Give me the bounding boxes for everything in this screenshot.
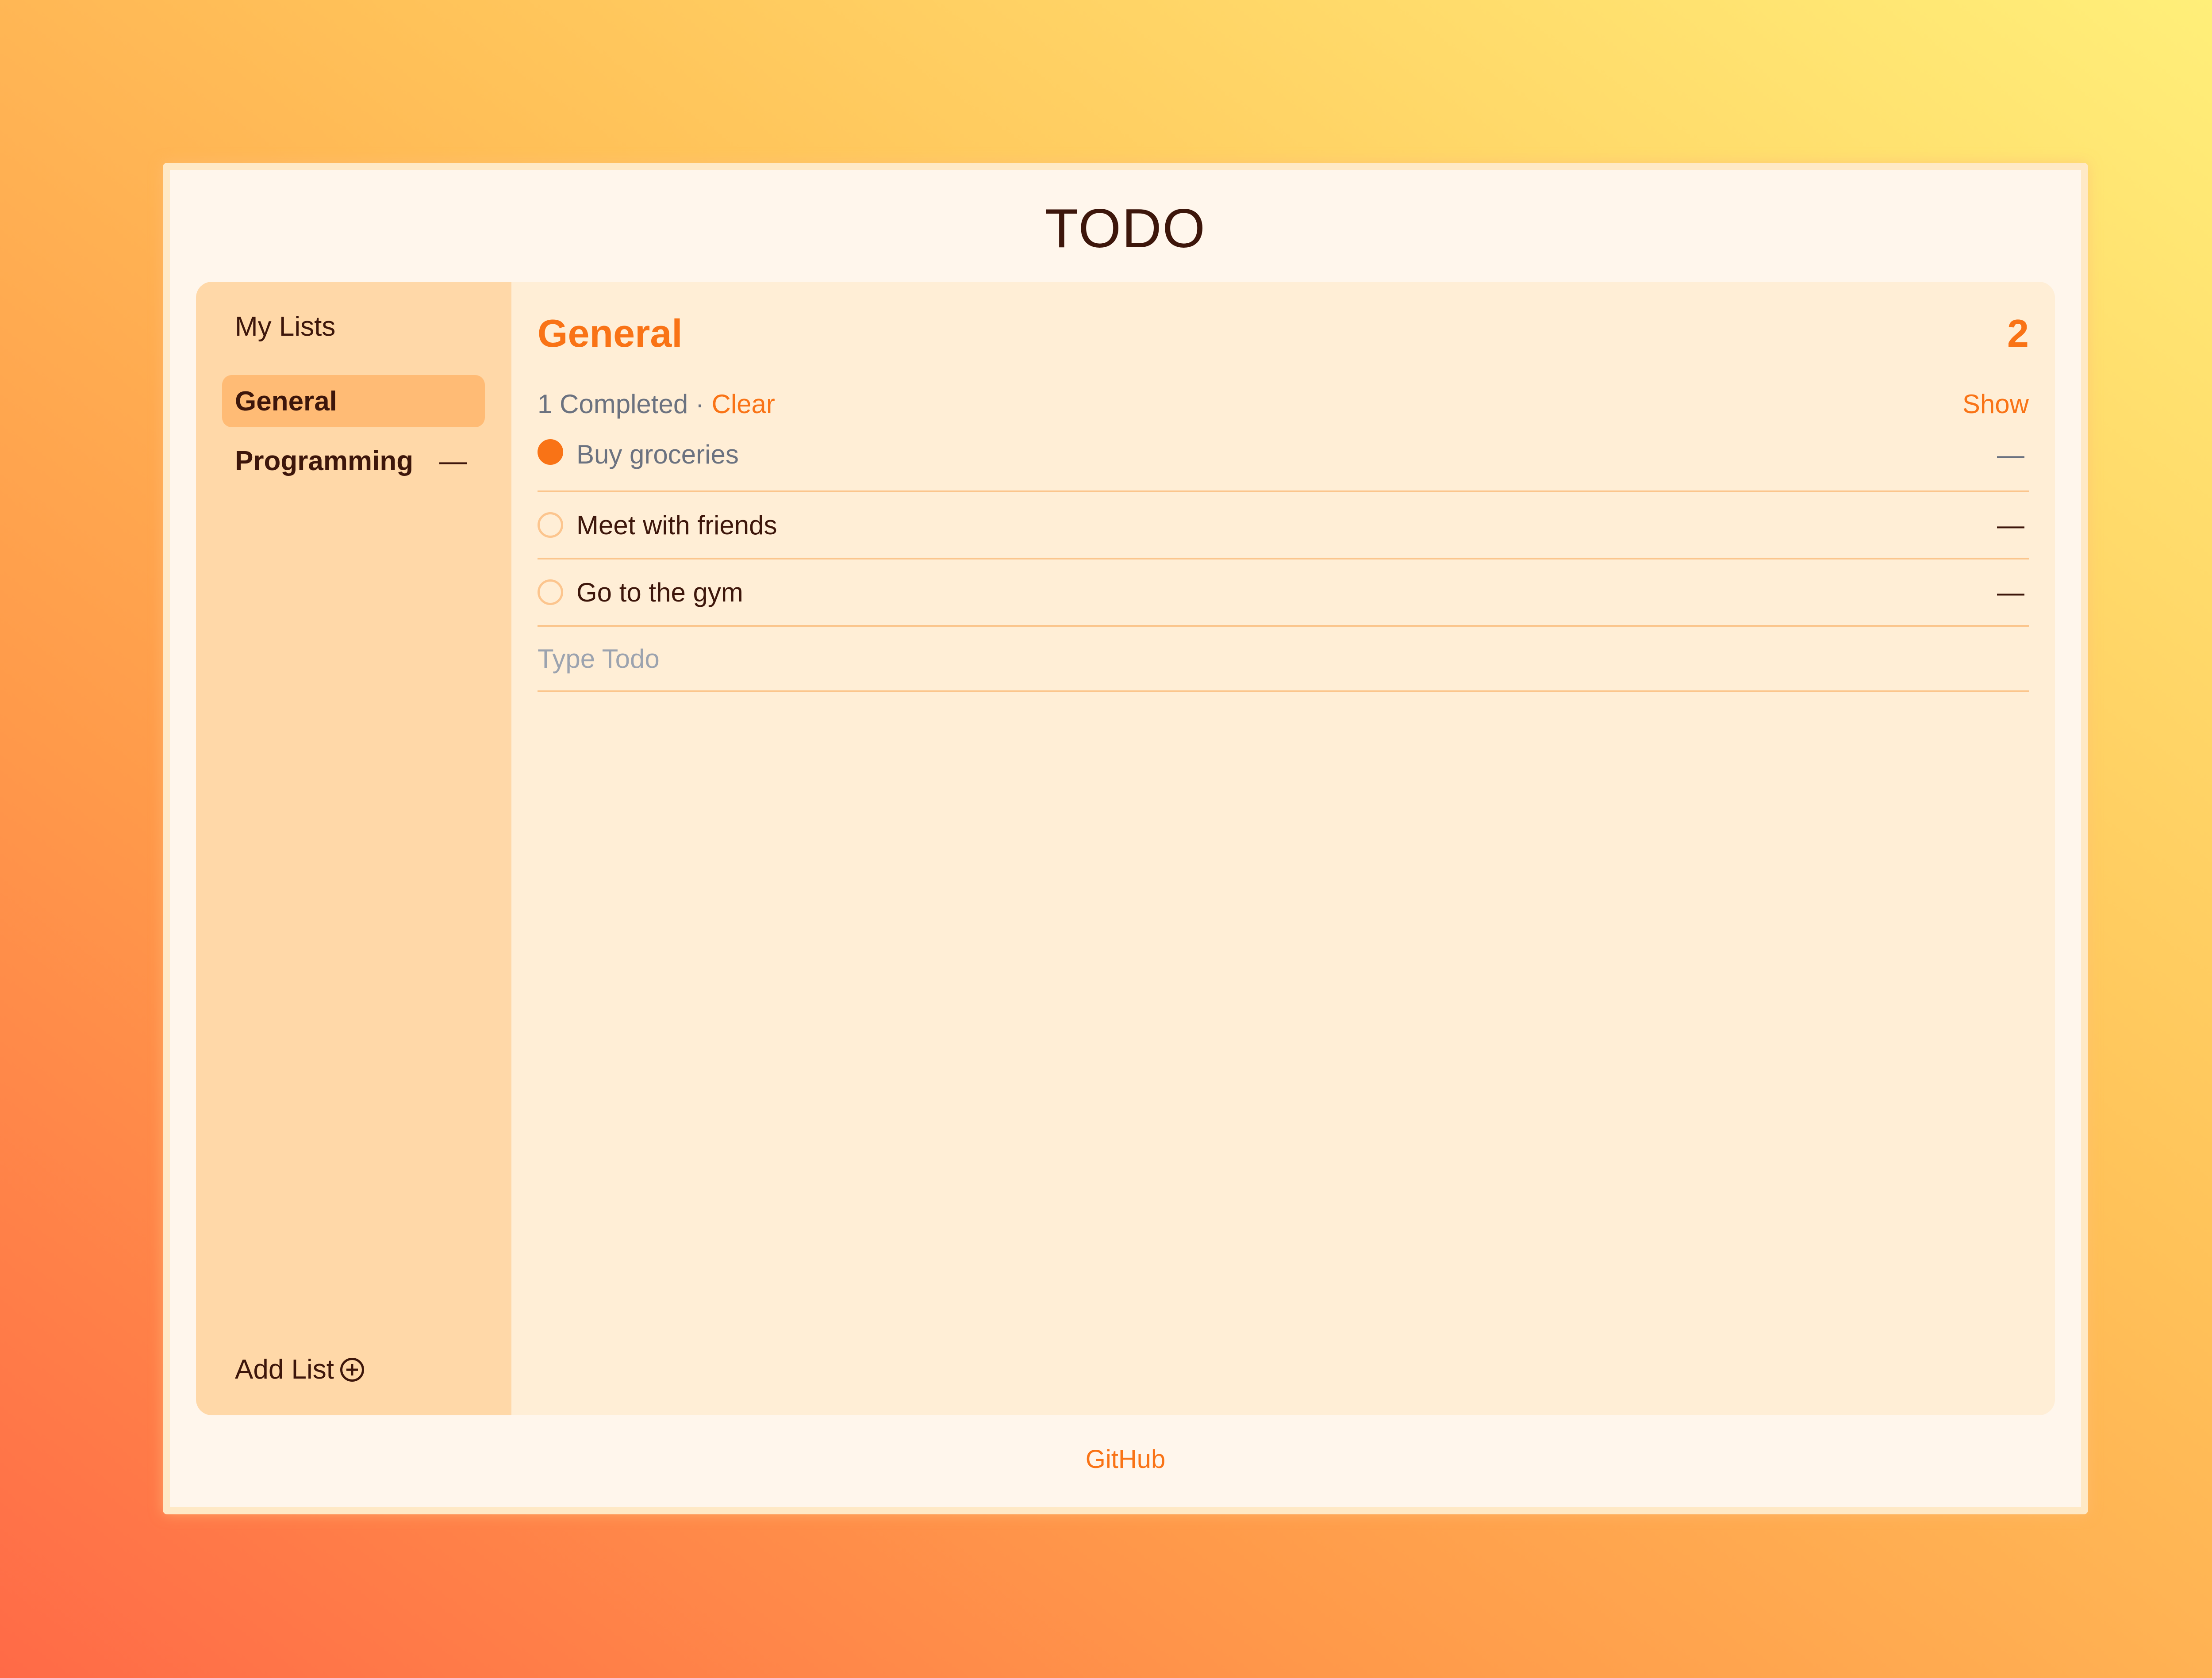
todo-item: Go to the gym — bbox=[538, 559, 2029, 627]
add-list-button[interactable]: Add List bbox=[235, 1354, 365, 1385]
todo-text[interactable]: Meet with friends bbox=[576, 510, 777, 540]
remove-todo-button[interactable]: — bbox=[1997, 439, 2029, 471]
todo-checkbox[interactable] bbox=[538, 512, 563, 538]
todo-checkbox[interactable] bbox=[538, 579, 563, 605]
show-completed-button[interactable]: Show bbox=[1962, 389, 2029, 419]
list-title: General bbox=[538, 311, 683, 355]
remove-todo-button[interactable]: — bbox=[1997, 577, 2029, 608]
completed-status-row: 1 Completed · Clear Show bbox=[538, 389, 2029, 419]
completed-count-text: 1 Completed · bbox=[538, 389, 704, 419]
sidebar-item-label: General bbox=[235, 386, 337, 417]
completed-summary: 1 Completed · Clear bbox=[538, 389, 775, 419]
todo-item: Meet with friends — bbox=[538, 492, 2029, 559]
app-window: TODO My Lists General Programming — Add … bbox=[163, 163, 2088, 1514]
list-panel: General 2 1 Completed · Clear Show Buy g… bbox=[511, 282, 2055, 1415]
app-body: My Lists General Programming — Add List … bbox=[196, 282, 2055, 1415]
sidebar-item-label: Programming bbox=[235, 445, 414, 476]
plus-circle-icon bbox=[340, 1357, 365, 1382]
sidebar-item-programming[interactable]: Programming — bbox=[222, 435, 485, 487]
new-todo-input[interactable] bbox=[538, 643, 2029, 674]
sidebar-item-general[interactable]: General bbox=[222, 375, 485, 427]
todo-list: Buy groceries — Meet with friends — Go t… bbox=[538, 437, 2029, 692]
remaining-count: 2 bbox=[2007, 311, 2029, 355]
github-link[interactable]: GitHub bbox=[170, 1444, 2081, 1474]
todo-text[interactable]: Buy groceries bbox=[576, 439, 739, 470]
clear-completed-button[interactable]: Clear bbox=[712, 389, 775, 419]
new-todo-row bbox=[538, 627, 2029, 692]
remove-todo-button[interactable]: — bbox=[1997, 510, 2029, 541]
app-title: TODO bbox=[1045, 198, 1206, 259]
todo-checkbox[interactable] bbox=[538, 439, 563, 465]
remove-list-button[interactable]: — bbox=[439, 445, 472, 477]
sidebar: My Lists General Programming — Add List bbox=[196, 282, 511, 1415]
add-list-label: Add List bbox=[235, 1354, 334, 1385]
todo-text[interactable]: Go to the gym bbox=[576, 577, 743, 608]
todo-item: Buy groceries — bbox=[538, 437, 2029, 492]
sidebar-heading: My Lists bbox=[235, 311, 336, 342]
